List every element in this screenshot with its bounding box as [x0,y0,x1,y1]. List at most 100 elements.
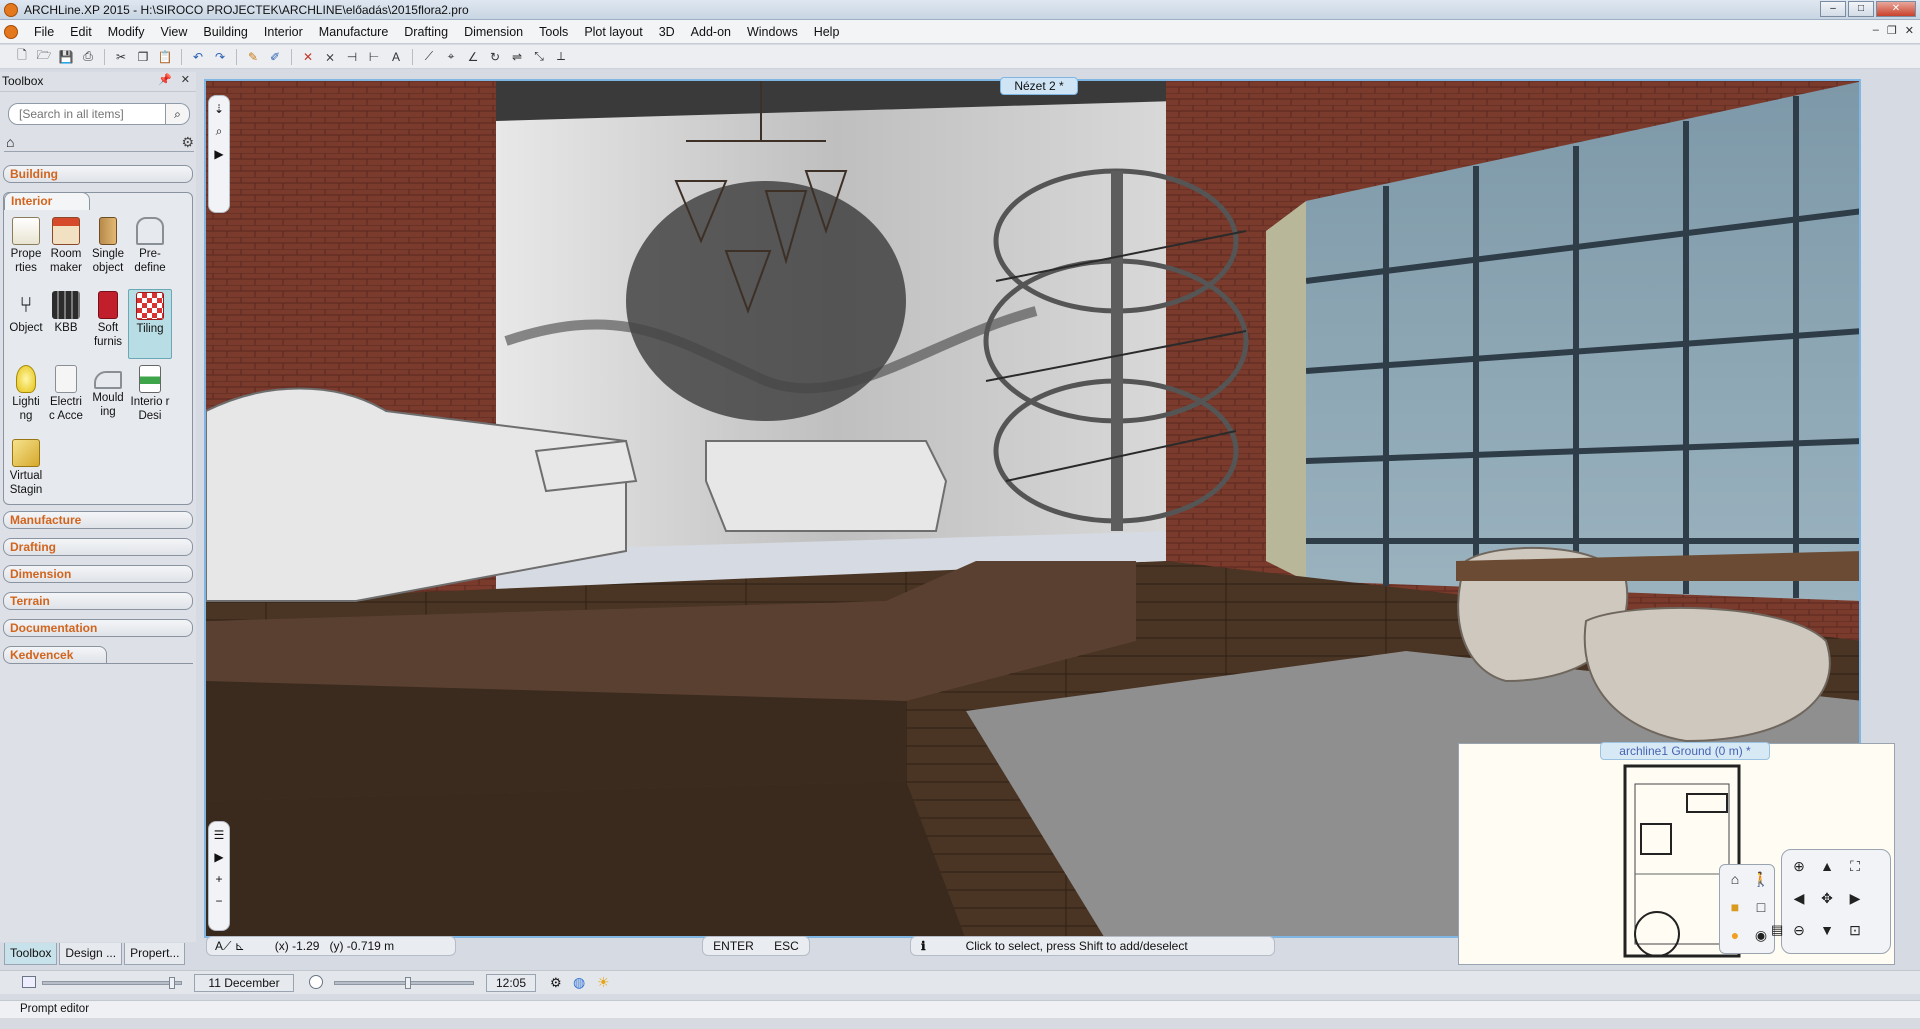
mdi-close-icon[interactable]: ✕ [1905,24,1914,37]
copy-icon[interactable]: ❐ [133,48,153,66]
zoom-in-icon[interactable]: + [215,872,222,886]
category-building[interactable]: Building [3,165,193,183]
enter-button[interactable]: ENTER [713,939,754,953]
menu-tools[interactable]: Tools [531,20,576,44]
angle-icon[interactable]: ∠ [463,48,483,66]
search-icon[interactable]: ⌕ [166,103,190,125]
menu-view[interactable]: View [153,20,196,44]
maximize-button[interactable]: □ [1848,1,1874,17]
search-input[interactable] [8,103,166,125]
pan-up-icon[interactable]: ▲ [1814,854,1840,878]
menu-windows[interactable]: Windows [739,20,806,44]
pin-icon[interactable]: 📌 [158,73,172,86]
zoom-window-icon[interactable]: ⊡ [1842,918,1868,942]
save-icon[interactable]: 💾 [56,48,76,66]
mdi-restore-icon[interactable]: ❐ [1887,24,1897,37]
calendar-icon[interactable] [22,976,36,988]
prompt-editor[interactable]: Prompt editor [0,1000,1920,1018]
menu-plot-layout[interactable]: Plot layout [576,20,650,44]
time-field[interactable]: 12:05 [486,974,536,992]
minimap-tab[interactable]: archline1 Ground (0 m) * [1600,742,1770,760]
sun-icon[interactable]: ☀ [597,974,610,991]
category-manufacture[interactable]: Manufacture [3,511,193,529]
category-drafting[interactable]: Drafting [3,538,193,556]
layers-icon[interactable]: ▤ [1771,922,1783,938]
cut-icon[interactable]: ✂ [111,48,131,66]
brush-icon[interactable]: ✎ [243,48,263,66]
mdi-minimize-icon[interactable]: – [1873,24,1879,37]
zoom-in-icon[interactable]: ⊕ [1786,854,1812,878]
redo-icon[interactable]: ↷ [210,48,230,66]
tool-single-object[interactable]: Single object [88,217,128,275]
expand-icon[interactable]: ▶ [214,850,223,864]
esc-button[interactable]: ESC [774,939,799,953]
tool-electric[interactable]: Electri c Acce [46,365,86,423]
menu-3d[interactable]: 3D [651,20,683,44]
rotate-icon[interactable]: ↻ [485,48,505,66]
tool-interior-design[interactable]: Interio r Desi [130,365,170,423]
close-panel-icon[interactable]: ✕ [181,73,190,86]
pan-right-icon[interactable]: ▶ [1842,886,1868,910]
walk-down-icon[interactable]: ⇣ [214,102,224,116]
shaded-cube-icon[interactable]: ■ [1722,895,1748,919]
open-file-icon[interactable]: 🗁 [34,48,54,66]
date-slider[interactable] [42,977,182,989]
zoom-icon[interactable]: ⌕ [216,124,223,139]
date-field[interactable]: 11 December [194,974,294,992]
menu-interior[interactable]: Interior [256,20,311,44]
sun-position-icon[interactable]: ⚙ [550,975,562,991]
menu-drafting[interactable]: Drafting [396,20,456,44]
category-favorites[interactable]: Kedvencek [3,646,107,664]
sun-icon[interactable]: ● [1722,923,1748,947]
time-slider[interactable] [334,977,474,989]
snap-mode-icon[interactable]: A⟋ ⊾ [215,939,245,954]
measure-icon[interactable]: ⟋ [419,48,439,66]
menu-file[interactable]: File [26,20,62,44]
category-interior[interactable]: Interior [4,192,90,210]
paste-icon[interactable]: 📋 [155,48,175,66]
floorplan-minimap[interactable]: ⌂ 🚶 ■ □ ● ◉ ⊕ ▲ ⛶ ◀ ✥ ▶ ⊖ ▼ ⊡ ▤ [1458,743,1895,965]
zoom-out-icon[interactable]: − [215,894,222,908]
list-icon[interactable]: ☰ [214,828,225,842]
clock-icon[interactable] [309,975,323,989]
play-icon[interactable]: ▶ [214,147,223,161]
offset-icon[interactable]: ⟂ [551,48,571,66]
tool-properties[interactable]: Prope rties [6,217,46,275]
snap-icon[interactable]: ⌖ [441,48,461,66]
pan-down-icon[interactable]: ▼ [1814,918,1840,942]
menu-help[interactable]: Help [806,20,848,44]
tab-toolbox[interactable]: Toolbox [4,943,58,965]
align-left-icon[interactable]: ⊣ [342,48,362,66]
zoom-out-icon[interactable]: ⊖ [1786,918,1812,942]
tool-virtual-staging[interactable]: Virtual Stagin [6,439,46,497]
menu-dimension[interactable]: Dimension [456,20,531,44]
align-right-icon[interactable]: ⊢ [364,48,384,66]
tool-moulding[interactable]: Mould ing [88,365,128,419]
date-slider-knob[interactable] [169,977,175,989]
new-file-icon[interactable]: 🗋 [12,48,32,66]
text-icon[interactable]: A [386,48,406,66]
menu-add-on[interactable]: Add-on [683,20,739,44]
home-icon[interactable]: ⌂ [6,134,14,150]
pen-icon[interactable]: ✐ [265,48,285,66]
wireframe-cube-icon[interactable]: □ [1748,895,1774,919]
tool-object[interactable]: ⑂ Object [6,291,46,335]
delete-icon[interactable]: ✕ [298,48,318,66]
category-dimension[interactable]: Dimension [3,565,193,583]
menu-modify[interactable]: Modify [100,20,153,44]
fit-view-icon[interactable]: ⛶ [1842,854,1868,878]
minimize-button[interactable]: – [1820,1,1846,17]
pan-left-icon[interactable]: ◀ [1786,886,1812,910]
trim-icon[interactable]: ⨯ [320,48,340,66]
tab-properties[interactable]: Propert... [124,943,186,965]
view-tab-nezet2[interactable]: Nézet 2 * [1000,77,1078,95]
gear-icon[interactable]: ⚙ [181,134,194,151]
walk-icon[interactable]: 🚶 [1748,867,1774,891]
tool-lighting[interactable]: Lighti ng [6,365,46,423]
tool-predefine[interactable]: Pre- define [130,217,170,275]
tool-tiling[interactable]: Tiling [128,289,172,359]
globe-icon[interactable]: ◍ [573,974,585,991]
tool-kbb[interactable]: KBB [46,291,86,335]
tab-design-center[interactable]: Design ... [59,943,123,965]
menu-building[interactable]: Building [195,20,255,44]
